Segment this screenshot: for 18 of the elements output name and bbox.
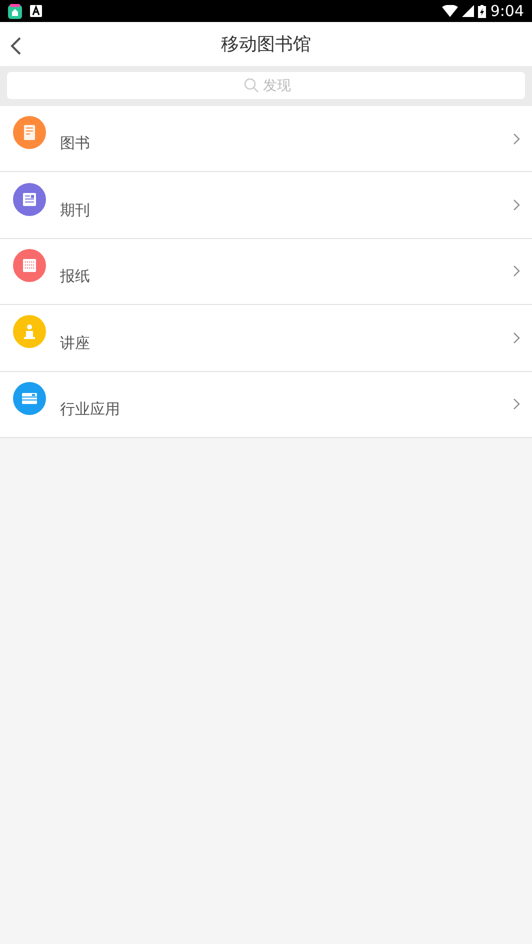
list-item[interactable]: 报纸 [0, 238, 532, 306]
list-item[interactable]: 图书 [0, 106, 532, 172]
page-title: 移动图书馆 [221, 32, 311, 56]
list-item[interactable]: 期刊 [0, 172, 532, 239]
chevron-icon [513, 332, 520, 344]
search-field[interactable]: 发现 [7, 72, 525, 99]
notification-icon [30, 5, 42, 17]
chevron-icon [513, 199, 520, 212]
app-icon [8, 4, 22, 18]
battery-icon [478, 4, 486, 18]
list-item[interactable]: 行业应用 [0, 372, 532, 438]
list-item[interactable]: 讲座 [0, 305, 532, 372]
chevron-icon [513, 398, 520, 410]
wifi-icon [442, 5, 458, 17]
signal-icon [462, 5, 474, 17]
clock: 9:04 [490, 0, 524, 22]
chevron-icon [513, 132, 520, 145]
chevron-icon [513, 265, 520, 278]
